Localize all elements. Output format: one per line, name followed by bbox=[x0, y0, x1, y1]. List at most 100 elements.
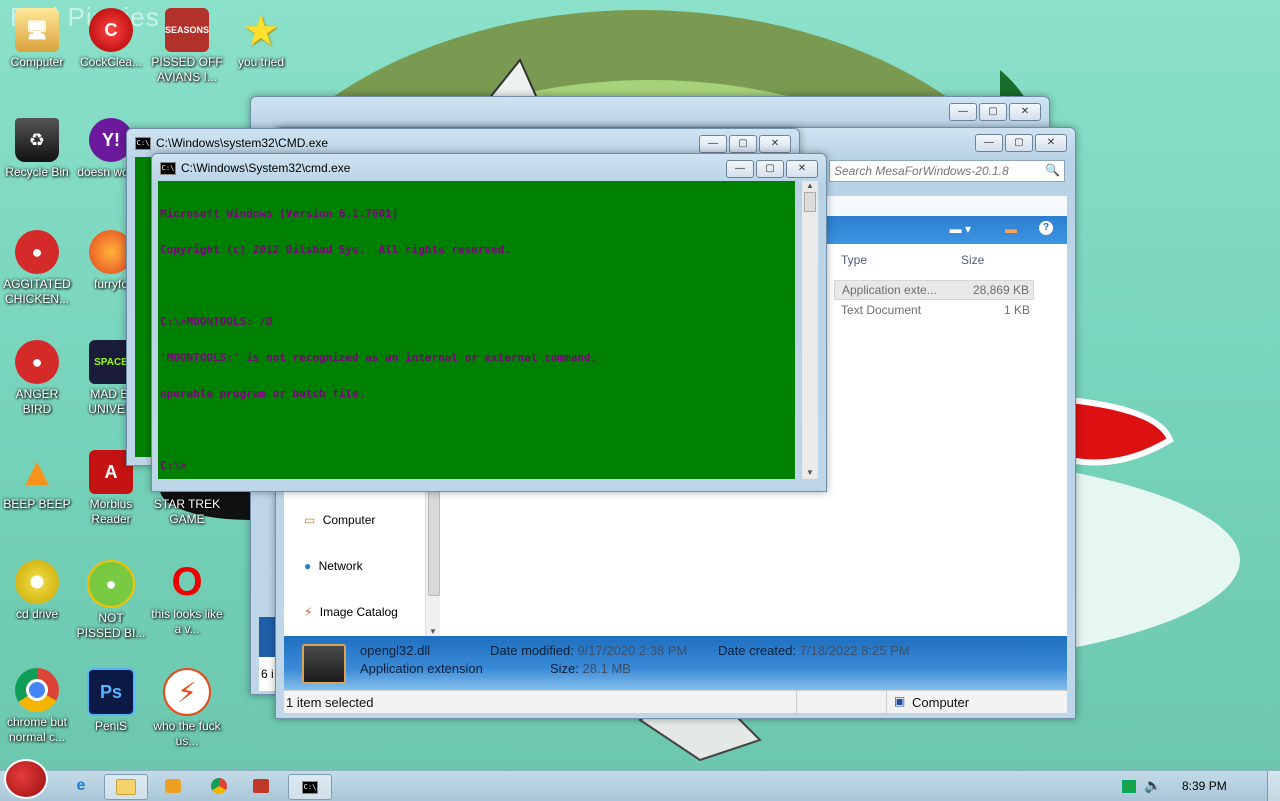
close-button[interactable]: ✕ bbox=[759, 135, 791, 153]
desktop-icon-chrome[interactable]: chrome but normal c... bbox=[1, 668, 73, 745]
scroll-down-arrow-icon[interactable]: ▼ bbox=[802, 468, 818, 477]
taskbar-explorer[interactable] bbox=[104, 774, 148, 800]
taskbar-media-player[interactable] bbox=[152, 774, 194, 798]
file-size: 1 KB bbox=[1003, 303, 1030, 317]
cd-drive-icon bbox=[15, 560, 59, 604]
taskbar-cmd[interactable]: C:\ bbox=[288, 774, 332, 800]
desktop-icon-recycle-bin[interactable]: ♻ Recycle Bin bbox=[1, 118, 73, 180]
preview-pane-icon[interactable]: ▬ bbox=[1005, 222, 1017, 236]
clock[interactable]: 8:39 PM bbox=[1182, 779, 1227, 793]
view-options-icon[interactable]: ▬ ▾ bbox=[950, 222, 971, 236]
scroll-up-arrow-icon[interactable]: ▲ bbox=[802, 181, 818, 190]
table-row[interactable]: Text Document 1 KB bbox=[834, 301, 1034, 321]
console-line: Copyright (c) 2012 Dilshad Sys. All righ… bbox=[160, 243, 511, 256]
desktop-icon-ccleaner[interactable]: C CockClea... bbox=[75, 8, 147, 70]
media-player-icon bbox=[165, 779, 181, 793]
taskbar-ie[interactable]: e bbox=[60, 774, 102, 798]
scroll-down-arrow-icon[interactable]: ▼ bbox=[429, 627, 437, 636]
desktop-icon-label: Computer bbox=[10, 55, 64, 69]
search-input[interactable] bbox=[830, 161, 1043, 181]
console-line: ​ bbox=[160, 424, 793, 436]
taskbar-app[interactable] bbox=[240, 774, 282, 798]
minimize-button[interactable]: — bbox=[699, 135, 727, 153]
desktop-icon-anger-bird[interactable]: ● ANGER BIRD bbox=[1, 340, 73, 417]
desktop-icon-opera[interactable]: O this looks like a v... bbox=[151, 560, 223, 637]
details-created-value: 7/18/2022 8:25 PM bbox=[799, 643, 910, 658]
close-button[interactable]: ✕ bbox=[1009, 103, 1041, 121]
desktop-icon-label: STAR TREK GAME bbox=[153, 497, 221, 526]
console-output[interactable]: Microsoft Windows [Version 6.1.7601] Cop… bbox=[158, 181, 795, 479]
console-line: 'MOONTOOLS:' is not recognized as an int… bbox=[160, 351, 598, 364]
nav-item-computer[interactable]: ▭ Computer bbox=[304, 513, 375, 527]
pig-icon: ● bbox=[87, 560, 135, 608]
nav-item-network[interactable]: ● Network bbox=[304, 559, 363, 573]
desktop-icon-label: this looks like a v... bbox=[151, 607, 223, 636]
desktop-icon-label: cd drive bbox=[15, 607, 59, 621]
opera-icon: O bbox=[171, 559, 203, 604]
desktop-icon-vlc[interactable]: ▲ BEEP BEEP bbox=[1, 450, 73, 512]
close-button[interactable]: ✕ bbox=[786, 160, 818, 178]
start-button[interactable] bbox=[4, 759, 50, 799]
minimize-button[interactable]: — bbox=[726, 160, 754, 178]
minimize-button[interactable]: — bbox=[949, 103, 977, 121]
details-size-value: 28.1 MB bbox=[582, 661, 631, 676]
system-tray: 🔈 8:39 PM bbox=[1116, 771, 1266, 801]
show-desktop-button[interactable] bbox=[1267, 771, 1280, 801]
console-line: operable program or batch file. bbox=[160, 387, 366, 400]
image-catalog-icon: ⚡ bbox=[304, 605, 313, 619]
desktop-icon-label: who the fuck us... bbox=[153, 719, 221, 748]
desktop-icon-cd-drive[interactable]: cd drive bbox=[1, 560, 73, 622]
ccleaner-icon: C bbox=[89, 8, 133, 52]
maximize-button[interactable]: ▢ bbox=[729, 135, 757, 153]
window-title-text: C:\Windows\system32\CMD.exe bbox=[156, 136, 329, 150]
computer-icon: ▭ bbox=[304, 513, 316, 527]
desktop-icon-angry-bird-chicken[interactable]: ● AGGITATED CHICKEN... bbox=[1, 230, 73, 307]
angry-birds-seasons-icon: SEASONS bbox=[165, 8, 209, 52]
volume-icon[interactable]: 🔈 bbox=[1144, 777, 1161, 794]
desktop-icon-lightning[interactable]: ⚡ who the fuck us... bbox=[151, 668, 223, 749]
angry-bird-icon: ● bbox=[15, 340, 59, 384]
window-title: C:\ C:\Windows\System32\cmd.exe bbox=[160, 161, 350, 175]
search-icon[interactable]: 🔍 bbox=[1045, 163, 1060, 177]
maximize-button[interactable]: ▢ bbox=[979, 103, 1007, 121]
help-icon[interactable]: ? bbox=[1039, 221, 1053, 235]
taskbar: e C:\ 🔈 8:39 PM bbox=[0, 759, 1280, 801]
desktop-icon-label: AGGITATED CHICKEN... bbox=[3, 277, 71, 306]
minimize-button[interactable]: — bbox=[975, 134, 1003, 152]
column-header-type[interactable]: Type bbox=[841, 253, 867, 267]
star-icon: ★ bbox=[242, 6, 280, 54]
console-line: C:\> bbox=[160, 459, 187, 472]
details-created-label: Date created: bbox=[718, 643, 797, 658]
console-line: C:\>MOONTOOLS: /D bbox=[160, 315, 273, 328]
lightning-icon: ⚡ bbox=[163, 668, 211, 716]
nav-scrollbar[interactable]: ▼ bbox=[425, 489, 440, 636]
cmd-window[interactable]: C:\ C:\Windows\System32\cmd.exe — ▢ ✕ Mi… bbox=[151, 153, 827, 492]
desktop-icon-photoshop[interactable]: Ps PeniS bbox=[75, 668, 147, 734]
table-row[interactable]: Application exte... 28,869 KB bbox=[834, 280, 1034, 300]
desktop-icon-bad-piggies[interactable]: ● NOT PISSED BI... bbox=[75, 560, 147, 641]
search-box[interactable]: 🔍 bbox=[829, 160, 1065, 182]
taskbar-chrome[interactable] bbox=[198, 774, 240, 798]
network-status-icon[interactable] bbox=[1122, 780, 1136, 793]
column-header-size[interactable]: Size bbox=[961, 253, 984, 267]
angry-bird-icon: ● bbox=[15, 230, 59, 274]
desktop-icon-computer[interactable]: 🖥 Computer bbox=[1, 8, 73, 70]
maximize-button[interactable]: ▢ bbox=[1005, 134, 1033, 152]
close-button[interactable]: ✕ bbox=[1035, 134, 1067, 152]
details-size-label: Size: bbox=[550, 661, 579, 676]
chrome-icon bbox=[15, 668, 59, 712]
desktop-icon-star[interactable]: ★ you tried bbox=[225, 8, 297, 70]
computer-icon: 🖥 bbox=[15, 8, 59, 52]
angry-bird-start-icon bbox=[4, 759, 48, 799]
console-scrollbar[interactable]: ▲ ▼ bbox=[801, 181, 818, 479]
desktop-icon-label: chrome but normal c... bbox=[6, 715, 68, 744]
console-scrollbar-thumb[interactable] bbox=[804, 192, 816, 212]
nav-item-image-catalog[interactable]: ⚡ Image Catalog bbox=[304, 605, 398, 619]
maximize-button[interactable]: ▢ bbox=[756, 160, 784, 178]
app-icon bbox=[253, 779, 269, 793]
desktop-icon-angry-birds-seasons[interactable]: SEASONS PISSED OFF AVIANS I... bbox=[151, 8, 223, 85]
file-size: 28,869 KB bbox=[972, 283, 1029, 297]
nav-scrollbar-thumb[interactable] bbox=[428, 489, 440, 596]
desktop-icon-label: ANGER BIRD bbox=[15, 387, 59, 416]
details-pane: opengl32.dll Application extension Date … bbox=[284, 636, 1067, 690]
